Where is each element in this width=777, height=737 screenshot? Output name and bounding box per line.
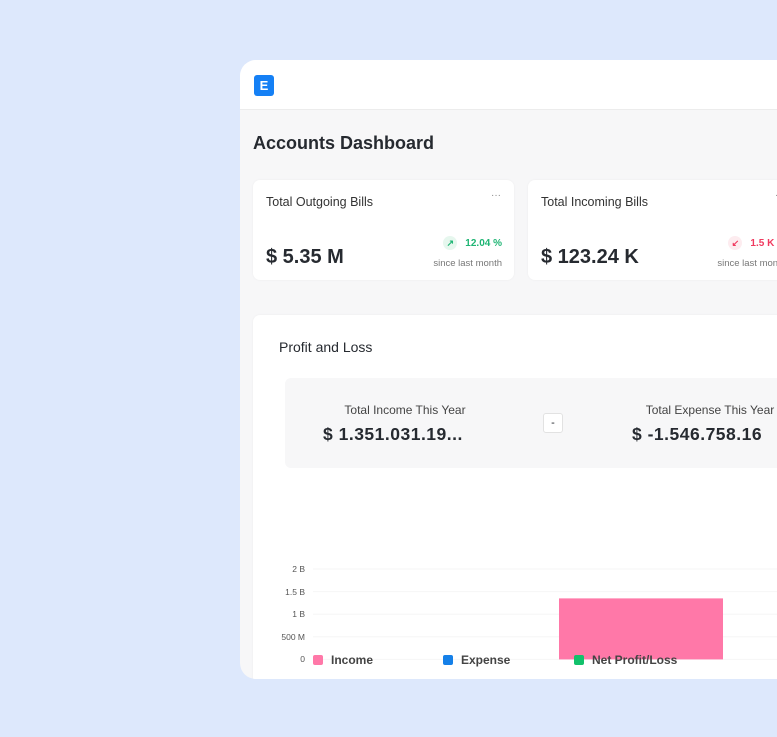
legend-expense[interactable]: Expense <box>443 653 510 667</box>
app-window: E Accounts Dashboard Total Outgoing Bill… <box>240 60 777 679</box>
card-label: Total Incoming Bills <box>541 195 648 209</box>
outgoing-bills-card: Total Outgoing Bills ··· $ 5.35 M ↗ 12.04… <box>253 180 514 280</box>
top-bar: E <box>240 60 777 110</box>
since-label: since last month <box>433 258 502 269</box>
legend-swatch <box>313 655 323 665</box>
card-value: $ 5.35 M <box>266 246 344 268</box>
bar-income[interactable] <box>559 598 723 660</box>
since-label: since last month <box>717 258 777 269</box>
card-label: Total Outgoing Bills <box>266 195 374 209</box>
change-value: 12.04 % <box>465 238 502 249</box>
arrow-up-right-icon: ↗ <box>443 236 458 250</box>
bar-chart <box>313 568 777 660</box>
more-icon[interactable]: ··· <box>491 190 501 201</box>
trend-badge: ↗ 12.04 % <box>443 236 502 250</box>
app-logo[interactable]: E <box>254 75 274 96</box>
profit-loss-card: Profit and Loss Total Income This Year $… <box>253 315 777 679</box>
legend-income[interactable]: Income <box>313 653 373 667</box>
trend-badge: ↙ 1.5 K % <box>728 236 777 250</box>
legend-swatch <box>443 655 453 665</box>
legend-label: Net Profit/Loss <box>592 653 678 667</box>
legend-label: Income <box>331 653 374 667</box>
incoming-bills-card: Total Incoming Bills ··· $ 123.24 K ↙1.5… <box>528 180 777 280</box>
legend-swatch <box>574 655 584 665</box>
card-value: $ 123.24 K <box>541 246 639 268</box>
page-title: Accounts Dashboard <box>253 133 435 153</box>
arrow-down-left-icon: ↙ <box>728 236 743 250</box>
legend-label: Expense <box>461 653 511 667</box>
change-value: 1.5 K % <box>750 238 777 249</box>
legend-net[interactable]: Net Profit/Loss <box>574 653 677 667</box>
